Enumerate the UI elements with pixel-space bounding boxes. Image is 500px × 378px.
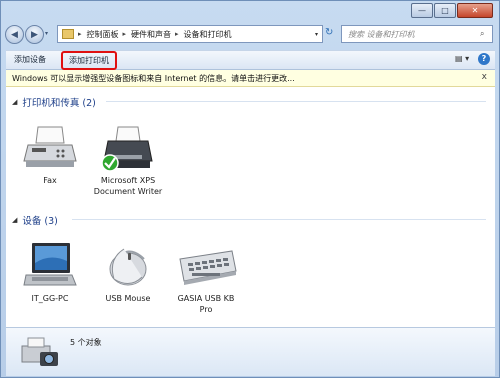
group-printers-label: 打印机和传真 (2) bbox=[22, 98, 96, 109]
printer-default-icon bbox=[101, 126, 153, 172]
collapse-icon[interactable]: ◢ bbox=[12, 98, 17, 106]
add-printer-button[interactable]: 添加打印机 bbox=[61, 51, 117, 70]
search-box[interactable]: 搜索 设备和打印机 ⌕ bbox=[341, 25, 493, 43]
device-name: Microsoft XPS Document Writer bbox=[93, 176, 163, 196]
caption-buttons: — □ ✕ bbox=[410, 3, 493, 18]
breadcrumb-separator[interactable]: ▸ bbox=[175, 30, 179, 38]
object-count: 5 个对象 bbox=[70, 338, 102, 347]
search-input[interactable]: 搜索 设备和打印机 bbox=[348, 29, 480, 40]
device-xps-writer[interactable]: Microsoft XPS Document Writer bbox=[92, 125, 164, 197]
back-button[interactable]: ◀ bbox=[5, 25, 24, 44]
device-fax[interactable]: Fax bbox=[14, 125, 86, 186]
add-device-button[interactable]: 添加设备 bbox=[14, 54, 46, 65]
window-frame: — □ ✕ ◀ ▶ ▾ ▸ 控制面板 ▸ 硬件和声音 ▸ 设备和打印机 ▾ ↻ … bbox=[0, 0, 500, 378]
address-dropdown-icon[interactable]: ▾ bbox=[315, 31, 318, 38]
devices-pane: ◢ 打印机和传真 (2) Fax Microsoft XPS Document … bbox=[6, 87, 495, 327]
forward-button[interactable]: ▶ bbox=[25, 25, 44, 44]
mouse-icon bbox=[109, 248, 147, 286]
close-button[interactable]: ✕ bbox=[457, 3, 493, 18]
control-panel-icon bbox=[62, 29, 74, 39]
camera-printer-icon bbox=[21, 337, 58, 366]
change-view-button[interactable]: ▤ ▾ bbox=[455, 54, 473, 64]
maximize-button[interactable]: □ bbox=[434, 3, 456, 18]
navigation-bar: ◀ ▶ ▾ ▸ 控制面板 ▸ 硬件和声音 ▸ 设备和打印机 ▾ ↻ 搜索 设备和… bbox=[5, 23, 495, 45]
keyboard-icon bbox=[179, 250, 237, 285]
device-name: USB Mouse bbox=[105, 294, 151, 303]
collapse-icon[interactable]: ◢ bbox=[12, 216, 17, 224]
info-bar[interactable]: Windows 可以显示增强型设备图标和来自 Internet 的信息。请单击进… bbox=[6, 70, 495, 87]
recent-pages-dropdown[interactable]: ▾ bbox=[45, 30, 48, 37]
search-icon[interactable]: ⌕ bbox=[480, 29, 492, 39]
minimize-button[interactable]: — bbox=[411, 3, 433, 18]
group-divider bbox=[106, 101, 486, 102]
device-name: GASIA USB KB Pro bbox=[177, 294, 235, 314]
fax-icon bbox=[23, 126, 77, 167]
info-bar-text[interactable]: Windows 可以显示增强型设备图标和来自 Internet 的信息。请单击进… bbox=[12, 73, 295, 84]
device-name: IT_GG-PC bbox=[31, 294, 69, 303]
details-pane: 5 个对象 bbox=[6, 327, 495, 376]
info-bar-close-icon[interactable]: x bbox=[482, 72, 487, 82]
group-devices-label: 设备 (3) bbox=[22, 216, 58, 227]
breadcrumb-hardware-sound[interactable]: 硬件和声音 bbox=[131, 29, 171, 40]
device-it-gg-pc[interactable]: IT_GG-PC bbox=[14, 239, 86, 304]
device-usb-mouse[interactable]: USB Mouse bbox=[92, 239, 164, 304]
group-devices-header[interactable]: ◢ 设备 (3) bbox=[12, 213, 58, 227]
breadcrumb-separator[interactable]: ▸ bbox=[123, 30, 127, 38]
laptop-icon bbox=[23, 243, 77, 286]
breadcrumb-separator[interactable]: ▸ bbox=[78, 30, 82, 38]
device-gasia-keyboard[interactable]: GASIA USB KB Pro bbox=[170, 239, 242, 315]
address-bar[interactable]: ▸ 控制面板 ▸ 硬件和声音 ▸ 设备和打印机 ▾ bbox=[57, 25, 323, 43]
refresh-icon[interactable]: ↻ bbox=[325, 27, 333, 38]
command-bar: 添加设备 添加打印机 ▤ ▾ ? bbox=[6, 50, 495, 70]
group-printers-header[interactable]: ◢ 打印机和传真 (2) bbox=[12, 95, 96, 109]
group-divider bbox=[72, 219, 486, 220]
help-icon[interactable]: ? bbox=[478, 53, 490, 65]
breadcrumb-devices-printers[interactable]: 设备和打印机 bbox=[184, 29, 232, 40]
breadcrumb-control-panel[interactable]: 控制面板 bbox=[87, 29, 119, 40]
device-name: Fax bbox=[43, 176, 57, 185]
